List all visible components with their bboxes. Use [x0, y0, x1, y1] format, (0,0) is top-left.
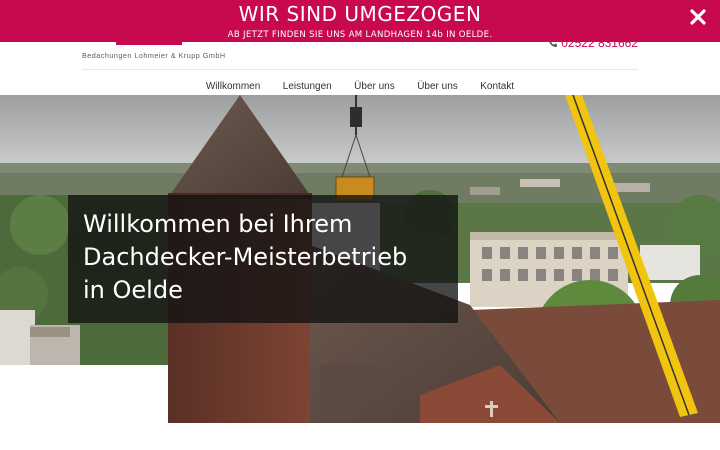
- logo-accent: [116, 42, 182, 45]
- site-header: Bedachungen Lohmeier & Krupp GmbH 02522 …: [0, 36, 720, 95]
- close-icon[interactable]: [688, 7, 708, 27]
- header-divider: [82, 69, 638, 70]
- nav-item-ueber-uns-2[interactable]: Über uns: [417, 81, 458, 92]
- banner-subtitle: AB JETZT FINDEN SIE UNS AM LANDHAGEN 14b…: [227, 30, 493, 40]
- relocation-banner: WIR SIND UMGEZOGEN AB JETZT FINDEN SIE U…: [0, 0, 720, 42]
- main-nav: Willkommen Leistungen Über uns Über uns …: [0, 76, 720, 94]
- hero-heading-line-3: in Oelde: [83, 276, 183, 304]
- content-area: [0, 423, 720, 450]
- hero-text-box: Willkommen bei Ihrem Dachdecker-Meisterb…: [68, 195, 458, 323]
- nav-item-kontakt[interactable]: Kontakt: [480, 81, 514, 92]
- hero-heading-line-1: Willkommen bei Ihrem: [83, 210, 353, 238]
- page: WIR SIND UMGEZOGEN AB JETZT FINDEN SIE U…: [0, 0, 720, 450]
- nav-item-ueber-uns[interactable]: Über uns: [354, 81, 395, 92]
- hero-banner: Willkommen bei Ihrem Dachdecker-Meisterb…: [0, 95, 720, 423]
- banner-title: WIR SIND UMGEZOGEN: [238, 2, 482, 26]
- hero-heading-line-2: Dachdecker-Meisterbetrieb: [83, 243, 408, 271]
- company-name: Bedachungen Lohmeier & Krupp GmbH: [82, 51, 226, 60]
- nav-item-leistungen[interactable]: Leistungen: [283, 81, 332, 92]
- nav-item-willkommen[interactable]: Willkommen: [206, 81, 260, 92]
